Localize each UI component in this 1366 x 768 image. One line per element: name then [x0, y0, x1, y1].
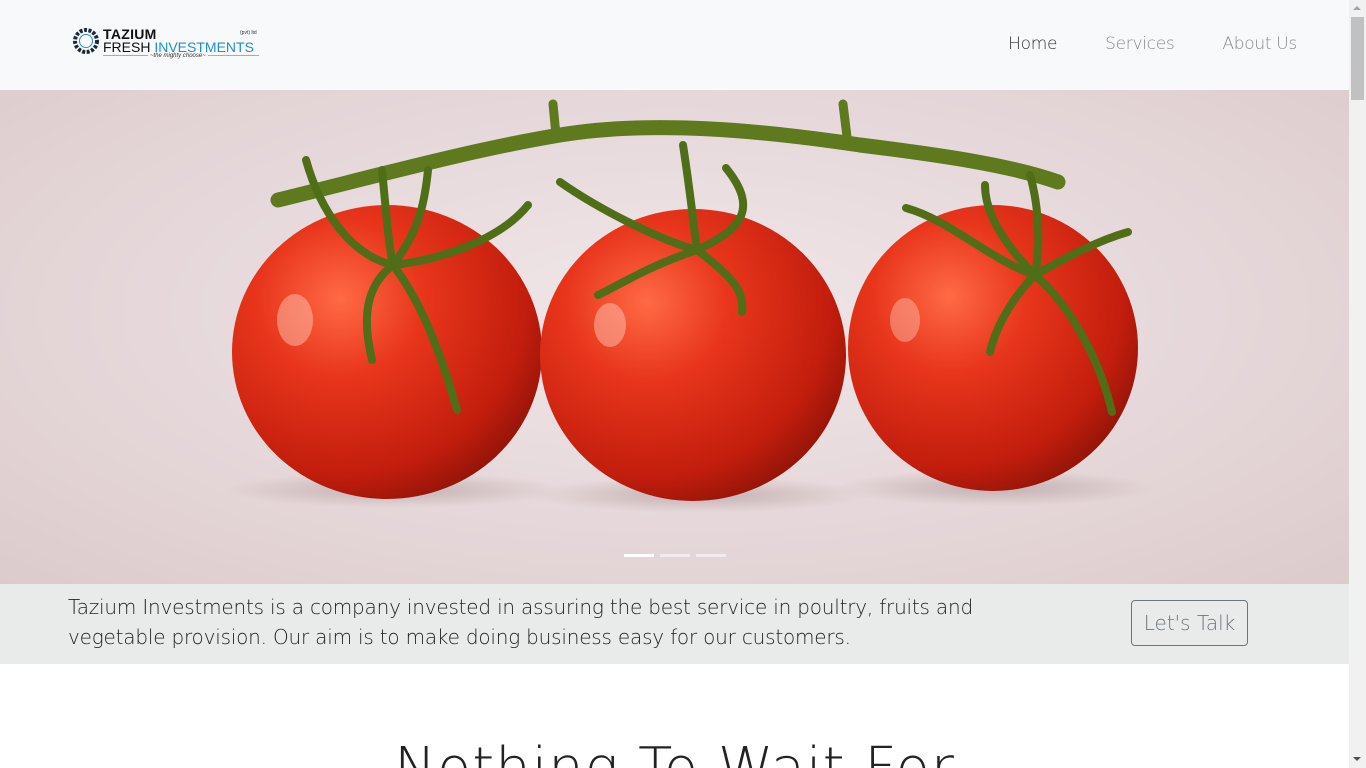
- hero-image: [225, 99, 1155, 513]
- carousel-indicator-3[interactable]: [696, 554, 726, 557]
- section-title: Nothing To Wait For: [0, 734, 1349, 768]
- logo-tagline: ~the mighty choose~: [148, 53, 208, 60]
- nav-link-services[interactable]: Services: [1105, 34, 1175, 54]
- carousel-indicator-1[interactable]: [624, 554, 654, 557]
- vertical-scrollbar[interactable]: [1349, 0, 1366, 768]
- nav-link-about-us[interactable]: About Us: [1222, 34, 1297, 54]
- arrow-up-icon: [1353, 6, 1361, 10]
- logo-suffix: (pvt) ltd: [240, 30, 257, 36]
- tomato-highlight: [890, 298, 920, 342]
- intro-banner: Tazium Investments is a company invested…: [0, 584, 1349, 664]
- page: TAZIUM (pvt) ltd FRESH INVESTMENTS ~the …: [0, 0, 1349, 768]
- arrow-down-icon: [1353, 757, 1361, 761]
- tomato-highlight: [277, 294, 313, 346]
- scroll-down-button[interactable]: [1349, 751, 1366, 768]
- navbar: TAZIUM (pvt) ltd FRESH INVESTMENTS ~the …: [0, 0, 1349, 90]
- content-section: Nothing To Wait For: [0, 664, 1349, 768]
- lets-talk-button[interactable]: Let's Talk: [1131, 600, 1248, 646]
- hero-carousel[interactable]: [0, 90, 1349, 584]
- brand-logo[interactable]: TAZIUM (pvt) ltd FRESH INVESTMENTS ~the …: [72, 22, 272, 66]
- logo-fresh: FRESH: [103, 39, 151, 55]
- scroll-up-button[interactable]: [1349, 0, 1366, 17]
- logo-ring-icon: [73, 28, 99, 54]
- tomato-highlight: [594, 303, 626, 347]
- nav-link-home[interactable]: Home: [1008, 34, 1057, 54]
- scrollbar-thumb[interactable]: [1351, 17, 1364, 100]
- main-nav: Home Services About Us: [1008, 34, 1297, 54]
- carousel-indicators: [624, 554, 726, 557]
- carousel-indicator-2[interactable]: [660, 554, 690, 557]
- logo-subname: FRESH INVESTMENTS: [103, 40, 254, 54]
- intro-text: Tazium Investments is a company invested…: [68, 595, 973, 649]
- vine-stem: [270, 120, 1066, 208]
